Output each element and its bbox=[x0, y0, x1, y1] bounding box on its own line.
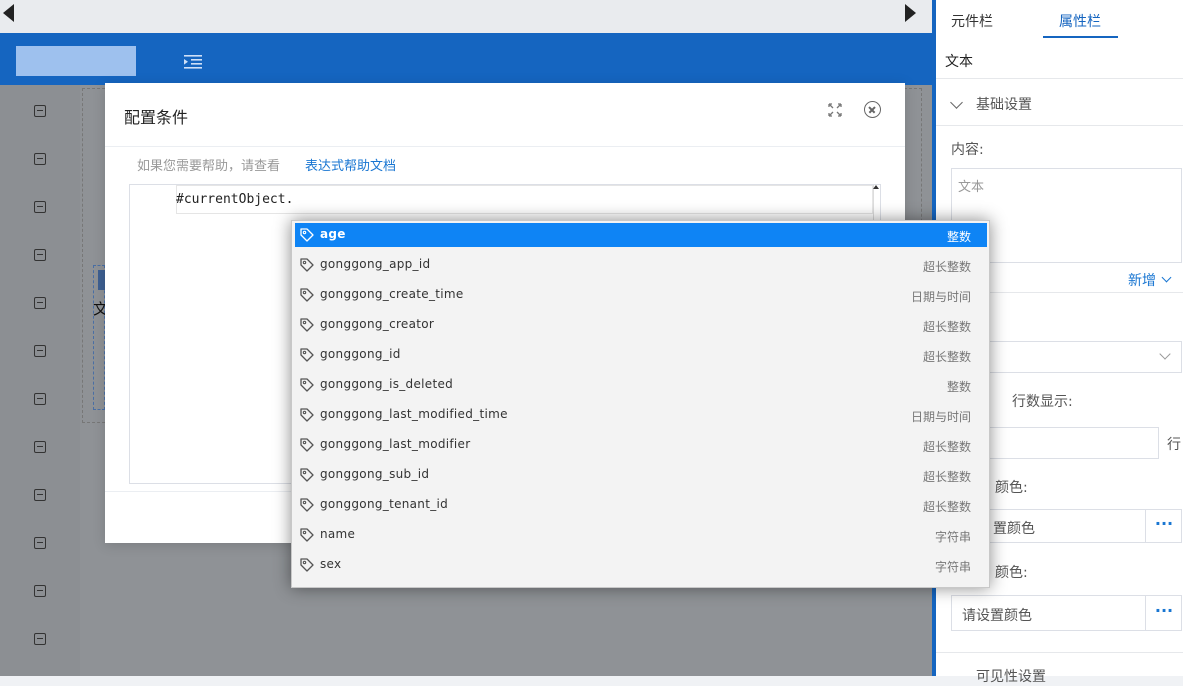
tag-icon bbox=[300, 558, 314, 572]
tag-icon bbox=[300, 258, 314, 272]
suggestion-item[interactable]: gonggong_creator 超长整数 bbox=[295, 313, 987, 337]
suggestion-name: gonggong_app_id bbox=[320, 257, 431, 271]
tag-icon bbox=[300, 228, 314, 242]
suggestion-name: age bbox=[320, 227, 346, 241]
tab-properties[interactable]: 属性栏 bbox=[1059, 11, 1101, 31]
add-button[interactable]: 新增 bbox=[1128, 270, 1156, 290]
component-icon[interactable] bbox=[34, 633, 46, 645]
color-input-text: 置颜色 bbox=[993, 521, 1035, 537]
tag-icon bbox=[300, 378, 314, 392]
color-label: 颜色: bbox=[995, 480, 1028, 496]
expression-help-link[interactable]: 表达式帮助文档 bbox=[305, 155, 396, 174]
panel-title: 文本 bbox=[945, 54, 973, 70]
suggestion-name: gonggong_creator bbox=[320, 317, 435, 331]
active-tab-indicator bbox=[1043, 36, 1118, 38]
indent-menu-icon[interactable] bbox=[184, 55, 202, 69]
suggestion-type: 超长整数 bbox=[922, 320, 971, 334]
suggestion-type: 整数 bbox=[946, 380, 971, 394]
suggestion-item[interactable]: age 整数 bbox=[295, 223, 987, 247]
suggestion-type: 字符串 bbox=[934, 530, 971, 544]
tag-icon bbox=[300, 348, 314, 362]
suggestion-name: sex bbox=[320, 557, 342, 571]
suggestion-item[interactable]: gonggong_id 超长整数 bbox=[295, 343, 987, 367]
content-placeholder: 文本 bbox=[958, 180, 985, 195]
tab-components[interactable]: 元件栏 bbox=[951, 11, 993, 31]
dialog-title: 配置条件 bbox=[124, 108, 189, 127]
suggestion-type: 超长整数 bbox=[922, 260, 971, 274]
suggestion-item[interactable]: gonggong_create_time 日期与时间 bbox=[295, 283, 987, 307]
logo-placeholder bbox=[16, 46, 136, 76]
component-icon[interactable] bbox=[34, 489, 46, 501]
bg-color-label: 颜色: bbox=[995, 565, 1028, 581]
suggestion-type: 日期与时间 bbox=[910, 290, 971, 304]
color-picker-button[interactable]: ··· bbox=[1145, 509, 1182, 543]
component-icon[interactable] bbox=[34, 345, 46, 357]
suggestion-item[interactable]: gonggong_tenant_id 超长整数 bbox=[295, 493, 987, 517]
suggestion-type: 超长整数 bbox=[922, 350, 971, 364]
divider bbox=[936, 652, 1183, 653]
tag-icon bbox=[300, 288, 314, 302]
tag-icon bbox=[300, 408, 314, 422]
visibility-settings-header[interactable]: 可见性设置 bbox=[976, 666, 1046, 686]
suggestion-name: name bbox=[320, 527, 356, 541]
editor-code-text[interactable]: #currentObject. bbox=[176, 192, 293, 207]
suggestion-item[interactable]: gonggong_sub_id 超长整数 bbox=[295, 463, 987, 487]
suggestion-name: gonggong_last_modifier bbox=[320, 437, 471, 451]
suggestion-type: 日期与时间 bbox=[910, 410, 971, 424]
suggestion-name: gonggong_create_time bbox=[320, 287, 464, 301]
editor-gutter bbox=[130, 185, 176, 483]
component-icon[interactable] bbox=[34, 249, 46, 261]
suggestion-name: gonggong_is_deleted bbox=[320, 377, 454, 391]
divider bbox=[105, 146, 905, 147]
triangle-right-icon[interactable] bbox=[905, 4, 916, 22]
help-text: 如果您需要帮助，请查看 bbox=[137, 159, 281, 174]
suggestion-name: gonggong_last_modified_time bbox=[320, 407, 508, 421]
rows-label: 行数显示: bbox=[1012, 394, 1073, 410]
bg-color-picker-button[interactable]: ··· bbox=[1145, 595, 1182, 631]
component-icon[interactable] bbox=[34, 105, 46, 117]
component-icon[interactable] bbox=[34, 201, 46, 213]
tag-icon bbox=[300, 438, 314, 452]
suggestion-item[interactable]: gonggong_app_id 超长整数 bbox=[295, 253, 987, 277]
tag-icon bbox=[300, 318, 314, 332]
suggestion-name: gonggong_id bbox=[320, 347, 401, 361]
content-label: 内容: bbox=[951, 142, 984, 158]
bg-color-input-text: 请设置颜色 bbox=[962, 608, 1032, 624]
divider bbox=[936, 125, 1183, 126]
suggestion-name: gonggong_sub_id bbox=[320, 467, 430, 481]
tag-icon bbox=[300, 468, 314, 482]
suggestion-item[interactable]: gonggong_last_modified_time 日期与时间 bbox=[295, 403, 987, 427]
tag-icon bbox=[300, 528, 314, 542]
app-header bbox=[0, 33, 932, 85]
suggestion-item[interactable]: name 字符串 bbox=[295, 523, 987, 547]
suggestion-item[interactable]: gonggong_is_deleted 整数 bbox=[295, 373, 987, 397]
suggestion-type: 超长整数 bbox=[922, 500, 971, 514]
close-circle-icon[interactable] bbox=[864, 101, 881, 118]
suggestion-type: 超长整数 bbox=[922, 470, 971, 484]
suggestion-item[interactable]: sex 字符串 bbox=[295, 553, 987, 577]
suggestion-type: 超长整数 bbox=[922, 440, 971, 454]
rows-unit: 行 bbox=[1167, 437, 1181, 453]
component-icon[interactable] bbox=[34, 441, 46, 453]
component-icon[interactable] bbox=[34, 585, 46, 597]
fullscreen-icon[interactable] bbox=[828, 103, 842, 117]
divider bbox=[936, 78, 1183, 79]
component-icon[interactable] bbox=[34, 537, 46, 549]
basic-settings-header[interactable]: 基础设置 bbox=[976, 94, 1032, 114]
top-toolbar bbox=[0, 0, 932, 33]
suggestion-type: 字符串 bbox=[934, 560, 971, 574]
component-icon[interactable] bbox=[34, 297, 46, 309]
tag-icon bbox=[300, 498, 314, 512]
suggestion-name: gonggong_tenant_id bbox=[320, 497, 449, 511]
scroll-up-icon[interactable] bbox=[873, 185, 879, 189]
component-icon[interactable] bbox=[34, 393, 46, 405]
editor-scrollbar[interactable] bbox=[873, 185, 880, 220]
suggestion-item[interactable]: gonggong_last_modifier 超长整数 bbox=[295, 433, 987, 457]
triangle-left-icon[interactable] bbox=[3, 4, 14, 22]
suggestion-type: 整数 bbox=[946, 230, 971, 244]
component-icon[interactable] bbox=[34, 153, 46, 165]
